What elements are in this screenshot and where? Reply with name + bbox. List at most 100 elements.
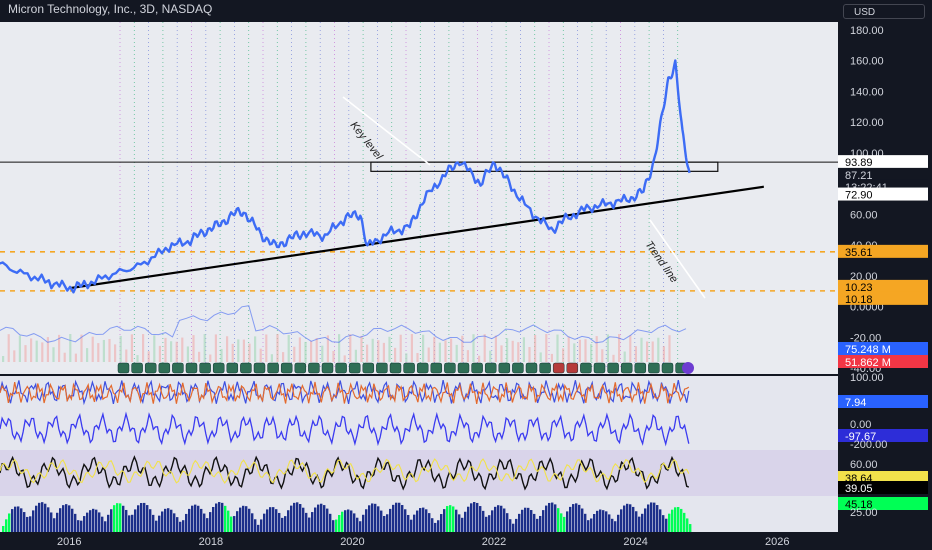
volume-bar <box>494 335 497 362</box>
osc4-bar <box>11 509 14 532</box>
osc4-bar <box>335 519 338 532</box>
osc4-bar <box>362 514 365 532</box>
osc4-bar <box>662 515 665 532</box>
osc4-tick: 25.00 <box>850 507 878 519</box>
osc4-bar <box>170 509 173 532</box>
osc4-bar <box>419 508 422 532</box>
osc4-bar <box>191 505 194 532</box>
volume-bar <box>91 336 94 362</box>
osc4-bar <box>587 520 590 532</box>
osc4-bar <box>275 509 278 532</box>
osc4-bar <box>401 505 404 532</box>
osc4-bar <box>431 518 434 532</box>
osc4-bar <box>560 513 563 532</box>
x-tick-label: 2020 <box>340 536 364 548</box>
osc4-bar <box>158 515 161 532</box>
osc4-bar <box>482 510 485 532</box>
volume-bar <box>226 336 229 362</box>
volume-bar <box>338 334 341 362</box>
osc4-bar <box>680 508 683 532</box>
volume-bar <box>483 334 486 362</box>
volume-bar <box>214 334 217 362</box>
osc4-bar <box>23 512 26 532</box>
osc4-bar <box>383 515 386 532</box>
osc4-bar <box>116 503 119 532</box>
osc4-bar <box>134 509 137 532</box>
event-icon <box>416 362 429 374</box>
volume-bar <box>304 341 307 362</box>
osc4-bar <box>227 510 230 532</box>
osc4-bar <box>50 512 53 532</box>
volume-bar <box>466 350 469 362</box>
volume-bar <box>646 341 649 362</box>
volume-bar <box>382 342 385 362</box>
chart-canvas[interactable]: Key levelTrend line 180.00160.00140.0012… <box>0 0 932 550</box>
osc4-bar <box>515 518 518 532</box>
volume-bar <box>517 342 520 362</box>
osc4-bar <box>596 510 599 532</box>
osc4-bar <box>461 517 464 532</box>
osc4-bar <box>323 505 326 532</box>
osc4-bar <box>122 505 125 532</box>
osc4-bar <box>236 511 239 532</box>
osc4-bar <box>458 514 461 532</box>
osc4-bar <box>107 514 110 532</box>
osc4-bar <box>386 514 389 532</box>
osc4-bar <box>338 515 341 532</box>
event-icon <box>280 362 293 374</box>
osc4-bar <box>29 516 32 532</box>
osc4-bar <box>494 506 497 532</box>
volume-bar <box>595 336 598 362</box>
osc4-bar <box>146 505 149 532</box>
volume-bar <box>270 354 273 362</box>
osc4-bar <box>656 505 659 532</box>
volume-bar <box>478 355 481 362</box>
osc4-bar <box>299 504 302 532</box>
osc4-bar <box>506 513 509 532</box>
osc4-bar <box>365 509 368 532</box>
osc4-bar <box>620 509 623 532</box>
volume-bar <box>231 343 234 362</box>
event-icon <box>661 362 674 374</box>
osc4-bar <box>350 510 353 532</box>
osc4-bar <box>380 510 383 532</box>
event-icon <box>593 362 606 374</box>
osc4-bar <box>242 505 245 532</box>
osc4-bar <box>59 508 62 532</box>
volume-bar <box>651 341 654 362</box>
osc4-bar <box>566 511 569 532</box>
currency-button[interactable]: USD <box>843 4 925 19</box>
volume-bar <box>282 352 285 362</box>
volume-bar <box>203 334 206 362</box>
osc4-bar <box>464 511 467 532</box>
event-icon-current <box>682 362 694 374</box>
volume-bar <box>52 347 55 362</box>
osc4-bar <box>140 503 143 532</box>
volume-bar <box>539 352 542 362</box>
volume-bar <box>242 339 245 362</box>
volume-bar <box>186 346 189 362</box>
event-icon <box>648 362 660 374</box>
osc4-bar <box>137 505 140 532</box>
event-icon <box>403 362 415 374</box>
volume-bar <box>657 337 660 362</box>
volume-bar <box>590 344 593 362</box>
volume-bar <box>97 343 100 362</box>
osc4-bar <box>239 507 242 532</box>
osc4-bar <box>416 510 419 532</box>
osc4-bar <box>194 504 197 532</box>
volume-bar <box>405 353 408 362</box>
osc4-bar <box>248 508 251 532</box>
osc4-bar <box>689 524 692 532</box>
event-icon <box>512 362 524 374</box>
volume-bar <box>259 348 262 362</box>
osc4-bar <box>281 517 284 532</box>
volume-bar <box>198 351 201 362</box>
osc4-bar <box>20 508 23 532</box>
osc4-bar <box>539 515 542 532</box>
volume-bar <box>567 336 570 362</box>
volume-bar <box>293 346 296 362</box>
osc4-bar <box>575 503 578 532</box>
volume-bar <box>562 348 565 362</box>
volume-bar <box>500 345 503 362</box>
